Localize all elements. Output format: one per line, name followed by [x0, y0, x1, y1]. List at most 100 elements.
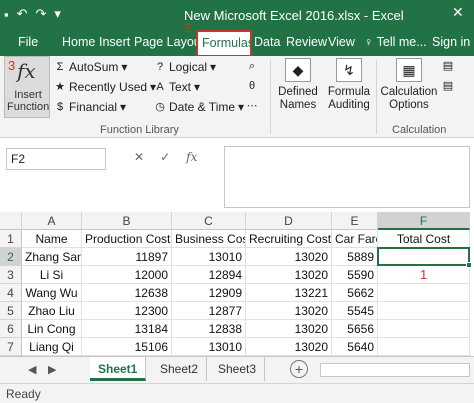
cell-b6[interactable]: 13184	[82, 320, 172, 338]
fx-icon[interactable]: fx	[186, 150, 197, 164]
header-cell-e[interactable]: Car Fare	[332, 230, 378, 248]
cell-b2[interactable]: 11897	[82, 248, 172, 266]
sign-in-link[interactable]: Sign in	[432, 35, 470, 49]
formula-auditing-button[interactable]: ↯ Formula Auditing	[324, 58, 374, 112]
sheet-tab-sheet3[interactable]: Sheet3	[210, 357, 266, 381]
calculate-sheet-button[interactable]: ▤	[442, 80, 454, 92]
logical-button[interactable]: ? Logical ▾	[154, 60, 216, 74]
row-header-1[interactable]: 1	[0, 230, 22, 248]
sheet-tab-sheet2[interactable]: Sheet2	[152, 357, 208, 381]
redo-icon[interactable]: ↷	[36, 6, 47, 22]
cell-c7[interactable]: 13010	[172, 338, 246, 356]
row-header-6[interactable]: 6	[0, 320, 22, 338]
cell-c6[interactable]: 12838	[172, 320, 246, 338]
column-header-c[interactable]: C	[172, 212, 246, 230]
cell-b5[interactable]: 12300	[82, 302, 172, 320]
autosum-button[interactable]: Σ AutoSum ▾	[54, 60, 128, 74]
tab-file[interactable]: File	[18, 35, 38, 49]
tab-insert[interactable]: Insert	[99, 35, 130, 49]
cell-e5[interactable]: 5545	[332, 302, 378, 320]
row-header-7[interactable]: 7	[0, 338, 22, 356]
cell-d3[interactable]: 13020	[246, 266, 332, 284]
prev-sheet-icon[interactable]: ◀	[28, 363, 36, 376]
cell-f7[interactable]	[378, 338, 470, 356]
cell-e3[interactable]: 5590	[332, 266, 378, 284]
undo-icon[interactable]: ↶	[17, 6, 28, 22]
star-icon: ★	[55, 81, 65, 93]
fill-handle[interactable]	[466, 262, 472, 268]
cell-d7[interactable]: 13020	[246, 338, 332, 356]
date-time-button[interactable]: ◷ Date & Time ▾	[154, 100, 244, 114]
recently-used-button[interactable]: ★ Recently Used ▾	[54, 80, 156, 94]
cell-c3[interactable]: 12894	[172, 266, 246, 284]
column-header-d[interactable]: D	[246, 212, 332, 230]
annotation-marker-3: 3	[8, 58, 16, 73]
cell-a3[interactable]: Li Si	[22, 266, 82, 284]
cell-d4[interactable]: 13221	[246, 284, 332, 302]
cell-a5[interactable]: Zhao Liu	[22, 302, 82, 320]
cell-f6[interactable]	[378, 320, 470, 338]
column-header-b[interactable]: B	[82, 212, 172, 230]
sheet-tab-sheet1[interactable]: Sheet1	[90, 357, 147, 381]
cell-f4[interactable]	[378, 284, 470, 302]
cell-a2[interactable]: Zhang San	[22, 248, 82, 266]
header-cell-c[interactable]: Business Cost	[172, 230, 246, 248]
header-cell-b[interactable]: Production Cost	[82, 230, 172, 248]
logical-label: Logical	[169, 60, 208, 74]
cell-a6[interactable]: Lin Cong	[22, 320, 82, 338]
header-cell-d[interactable]: Recruiting Cost	[246, 230, 332, 248]
audit-icon: ↯	[336, 58, 362, 82]
save-icon[interactable]: ▪	[4, 7, 9, 22]
next-sheet-icon[interactable]: ▶	[48, 363, 56, 376]
cell-e6[interactable]: 5656	[332, 320, 378, 338]
tab-view[interactable]: View	[328, 35, 355, 49]
row-header-3[interactable]: 3	[0, 266, 22, 284]
cell-e4[interactable]: 5662	[332, 284, 378, 302]
cell-d6[interactable]: 13020	[246, 320, 332, 338]
cell-d5[interactable]: 13020	[246, 302, 332, 320]
close-icon[interactable]: ✕	[452, 4, 464, 21]
tab-page-layout[interactable]: Page Layout	[134, 35, 204, 49]
calculation-options-button[interactable]: ▦ Calculation Options	[380, 58, 438, 112]
cancel-icon[interactable]: ✕	[134, 150, 144, 164]
cell-e2[interactable]: 5889	[332, 248, 378, 266]
row-header-5[interactable]: 5	[0, 302, 22, 320]
horizontal-scrollbar[interactable]	[320, 363, 470, 377]
calculate-now-button[interactable]: ▤	[442, 60, 454, 72]
select-all-corner[interactable]	[0, 212, 22, 230]
tab-data[interactable]: Data	[254, 35, 280, 49]
formula-input[interactable]	[224, 146, 470, 208]
cell-e7[interactable]: 5640	[332, 338, 378, 356]
defined-names-button[interactable]: ◆ Defined Names	[274, 58, 322, 112]
cell-c2[interactable]: 13010	[172, 248, 246, 266]
cell-f5[interactable]	[378, 302, 470, 320]
tab-home[interactable]: Home	[62, 35, 95, 49]
header-cell-a[interactable]: Name	[22, 230, 82, 248]
header-cell-f[interactable]: Total Cost	[378, 230, 470, 248]
column-header-f[interactable]: F	[378, 212, 470, 230]
cell-c4[interactable]: 12909	[172, 284, 246, 302]
customize-qat-icon[interactable]: ▾	[54, 6, 61, 22]
financial-button[interactable]: $ Financial ▾	[54, 100, 126, 114]
row-header-4[interactable]: 4	[0, 284, 22, 302]
cell-b4[interactable]: 12638	[82, 284, 172, 302]
column-header-a[interactable]: A	[22, 212, 82, 230]
lookup-button[interactable]: ⌕	[246, 60, 258, 72]
math-trig-button[interactable]: θ	[246, 80, 258, 92]
cell-d2[interactable]: 13020	[246, 248, 332, 266]
add-sheet-icon[interactable]: +	[290, 360, 308, 378]
enter-icon[interactable]: ✓	[160, 150, 170, 164]
cell-b7[interactable]: 15106	[82, 338, 172, 356]
tell-me-search[interactable]: ♀ Tell me...	[364, 35, 427, 49]
cell-a7[interactable]: Liang Qi	[22, 338, 82, 356]
column-header-e[interactable]: E	[332, 212, 378, 230]
row-header-2[interactable]: 2	[0, 248, 22, 266]
text-button[interactable]: A Text ▾	[154, 80, 200, 94]
more-functions-button[interactable]: ⋯	[246, 100, 258, 112]
cell-b3[interactable]: 12000	[82, 266, 172, 284]
cell-a4[interactable]: Wang Wu	[22, 284, 82, 302]
tab-review[interactable]: Review	[286, 35, 327, 49]
cell-c5[interactable]: 12877	[172, 302, 246, 320]
tab-formulas[interactable]: Formulas	[196, 30, 254, 57]
name-box[interactable]: F2	[6, 148, 106, 170]
